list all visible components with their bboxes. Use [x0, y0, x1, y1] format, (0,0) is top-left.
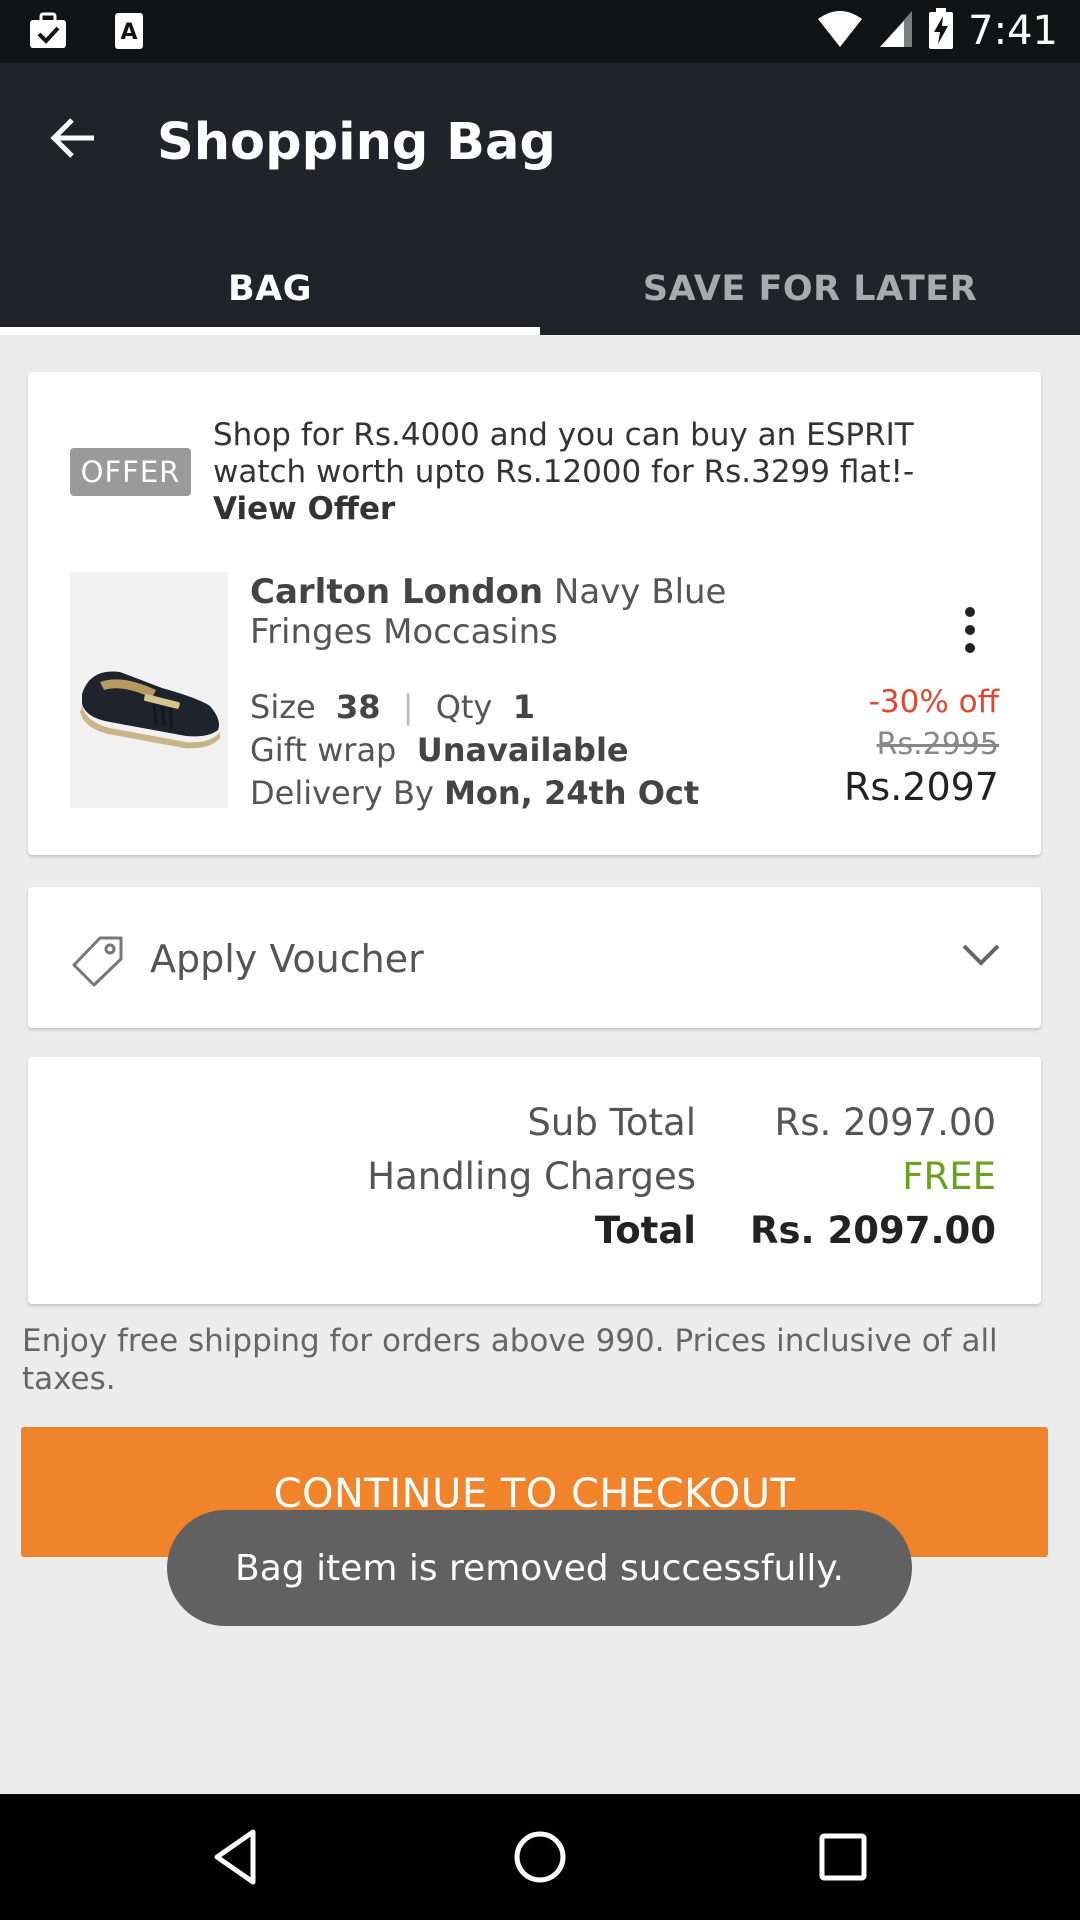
- nav-home-icon[interactable]: [507, 1824, 573, 1890]
- apply-voucher-row[interactable]: Apply Voucher: [28, 887, 1041, 1028]
- sub-total-label: Sub Total: [527, 1101, 696, 1144]
- total-value: Rs. 2097.00: [750, 1209, 996, 1252]
- app-bar: Shopping Bag BAG SAVE FOR LATER: [0, 63, 1080, 335]
- offer-description: Shop for Rs.4000 and you can buy an ESPR…: [213, 417, 915, 490]
- chevron-down-icon[interactable]: [961, 941, 1001, 969]
- sub-total-value: Rs. 2097.00: [774, 1101, 996, 1144]
- price-summary-card: Sub Total Rs. 2097.00 Handling Charges F…: [28, 1057, 1041, 1304]
- status-bar: A 7:41: [0, 0, 1080, 63]
- tab-bar: BAG SAVE FOR LATER: [0, 243, 1080, 335]
- nav-recents-icon[interactable]: [810, 1824, 876, 1890]
- apply-voucher-label: Apply Voucher: [150, 937, 424, 981]
- battery-charging-icon: [928, 8, 954, 54]
- size-value: 38: [336, 688, 381, 726]
- bag-item-card: OFFER Shop for Rs.4000 and you can buy a…: [28, 372, 1041, 855]
- system-nav-bar: [0, 1794, 1080, 1920]
- signal-icon: [878, 9, 914, 53]
- total-label: Total: [594, 1209, 696, 1252]
- tab-bag[interactable]: BAG: [0, 243, 540, 335]
- handling-charges-label: Handling Charges: [367, 1155, 696, 1198]
- divider: |: [402, 688, 414, 726]
- tab-indicator: [0, 327, 540, 335]
- tag-icon: [72, 935, 124, 987]
- gift-wrap-value: Unavailable: [416, 731, 629, 769]
- delivery-row: Delivery By Mon, 24th Oct: [250, 772, 699, 815]
- offer-text: Shop for Rs.4000 and you can buy an ESPR…: [213, 417, 1003, 528]
- wifi-icon: [816, 9, 864, 53]
- gift-wrap-row: Gift wrap Unavailable: [250, 729, 699, 772]
- arrow-back-icon[interactable]: [44, 108, 104, 168]
- original-price: Rs.2995: [876, 727, 999, 762]
- screen: A 7:41 Shopping Bag BAG SAVE FOR LATER O…: [0, 0, 1080, 1920]
- page-title: Shopping Bag: [157, 113, 556, 172]
- font-a-icon: A: [114, 12, 144, 54]
- product-brand: Carlton London: [250, 572, 544, 612]
- product-title[interactable]: Carlton London Navy Blue Fringes Moccasi…: [250, 572, 810, 652]
- total-row: Total Rs. 2097.00: [28, 1209, 1041, 1259]
- final-price: Rs.2097: [844, 765, 999, 809]
- gift-wrap-label: Gift wrap: [250, 731, 397, 769]
- handling-charges-row: Handling Charges FREE: [28, 1155, 1041, 1205]
- qty-value: 1: [512, 688, 535, 726]
- svg-text:A: A: [120, 20, 137, 45]
- discount-label: -30% off: [868, 684, 999, 720]
- product-specs: Size 38 | Qty 1 Gift wrap Unavailable De…: [250, 686, 699, 815]
- offer-badge: OFFER: [70, 448, 191, 496]
- product-image[interactable]: [70, 572, 228, 808]
- sub-total-row: Sub Total Rs. 2097.00: [28, 1101, 1041, 1151]
- delivery-date: Mon, 24th Oct: [444, 774, 700, 812]
- toast-message: Bag item is removed successfully.: [167, 1510, 912, 1626]
- size-label: Size: [250, 688, 316, 726]
- shipping-note: Enjoy free shipping for orders above 990…: [22, 1323, 998, 1397]
- briefcase-check-icon: [28, 12, 68, 54]
- tab-save-for-later[interactable]: SAVE FOR LATER: [540, 243, 1080, 335]
- handling-charges-value: FREE: [902, 1155, 996, 1198]
- more-options-icon[interactable]: [958, 606, 982, 654]
- delivery-label: Delivery By: [250, 774, 434, 812]
- view-offer-link[interactable]: View Offer: [213, 491, 395, 527]
- qty-label: Qty: [435, 688, 493, 726]
- clock-time: 7:41: [968, 8, 1058, 54]
- nav-back-icon[interactable]: [203, 1824, 269, 1890]
- size-qty-row: Size 38 | Qty 1: [250, 686, 699, 729]
